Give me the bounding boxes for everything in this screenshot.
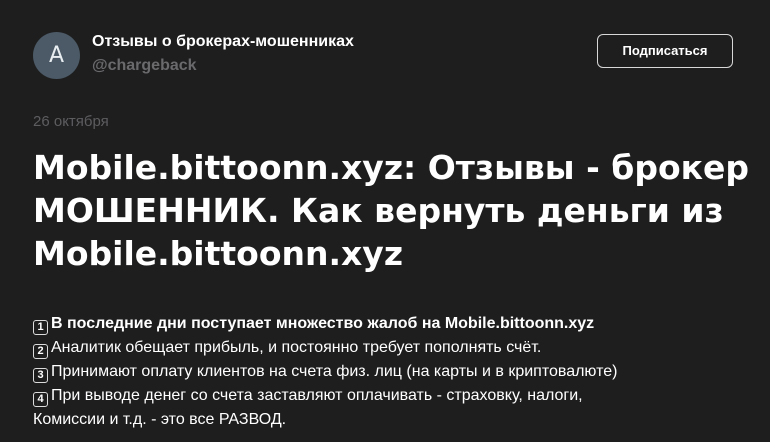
- post-line-4: 4 При выводе денег со счета заставляют оп…: [33, 384, 733, 408]
- channel-header: A Отзывы о брокерах-мошенниках @chargeba…: [33, 30, 733, 80]
- post-date: 26 октября: [33, 113, 109, 130]
- avatar[interactable]: A: [33, 32, 80, 79]
- keycap-digit-three-icon: 3: [33, 368, 48, 383]
- post-line-text: В последние дни поступает множество жало…: [51, 315, 595, 332]
- post-line-5: Комиссии и т.д. - это все РАЗВОД.: [33, 408, 733, 432]
- keycap-digit-four-icon: 4: [33, 392, 48, 407]
- channel-name[interactable]: Отзывы о брокерах-мошенниках: [92, 33, 354, 51]
- post-line-text: При выводе денег со счета заставляют опл…: [51, 387, 583, 404]
- post-body: 1В последние дни поступает множество жал…: [33, 312, 733, 432]
- channel-handle[interactable]: @chargeback: [92, 57, 197, 75]
- keycap-digit-one-icon: 1: [33, 320, 48, 335]
- post-title: Mobile.bittoonn.xyz: Отзывы - брокер МОШ…: [33, 148, 750, 273]
- keycap-digit-two-icon: 2: [33, 344, 48, 359]
- subscribe-button[interactable]: Подписаться: [597, 34, 733, 68]
- post-line-text: Комиссии и т.д. - это все РАЗВОД.: [33, 411, 287, 428]
- post-line-text: Аналитик обещает прибыль, и постоянно тр…: [51, 339, 542, 356]
- post-line-text: Принимают оплату клиентов на счета физ. …: [51, 363, 618, 380]
- post-line-1: 1В последние дни поступает множество жал…: [33, 312, 733, 336]
- post-line-2: 2 Аналитик обещает прибыль, и постоянно т…: [33, 336, 733, 360]
- post-line-3: 3 Принимают оплату клиентов на счета физ.…: [33, 360, 733, 384]
